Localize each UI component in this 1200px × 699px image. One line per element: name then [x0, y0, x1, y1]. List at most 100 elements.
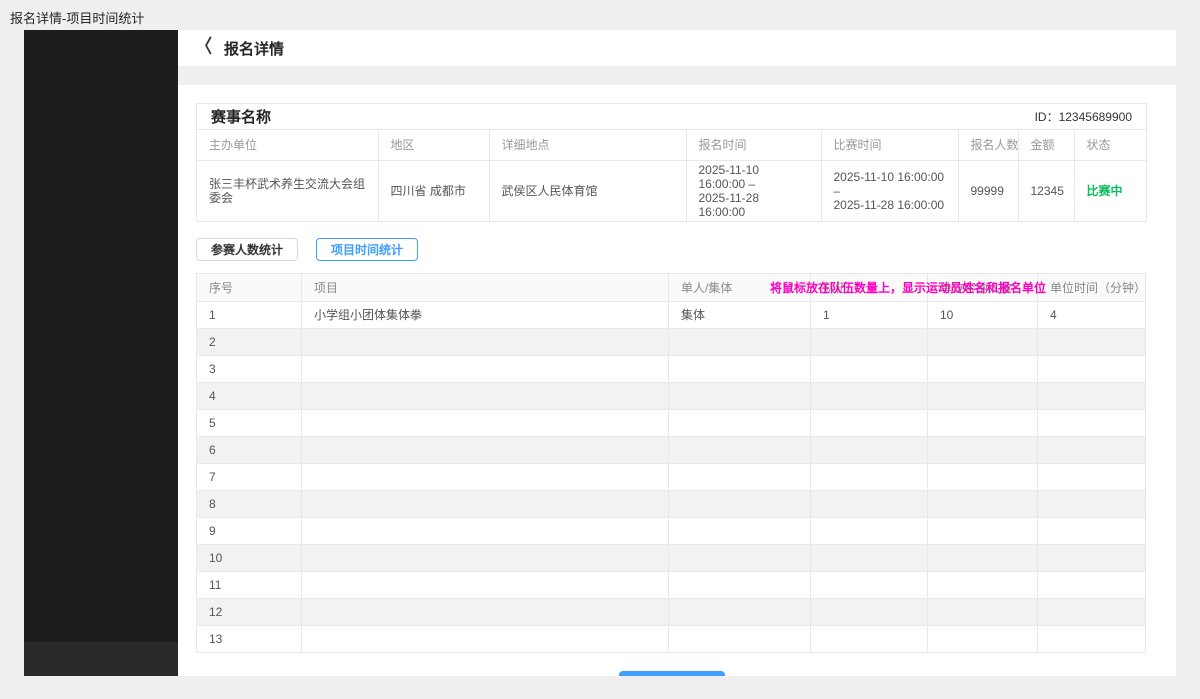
- project-cell: [669, 382, 811, 409]
- project-cell: [302, 490, 669, 517]
- project-column-header: 序号: [197, 273, 302, 301]
- project-cell: [811, 409, 928, 436]
- event-info-cell: 张三丰杯武术养生交流大会组委会: [197, 160, 378, 221]
- project-cell: [928, 625, 1038, 652]
- hover-hint-annotation: 将鼠标放在队伍数量上，显示运动员姓名和报名单位: [770, 279, 1046, 296]
- team-count-cell[interactable]: 1: [811, 301, 928, 328]
- project-table-row: 8: [197, 490, 1146, 517]
- project-cell: [302, 328, 669, 355]
- project-cell: [928, 598, 1038, 625]
- project-table-body: 1小学组小团体集体拳集体11042345678910111213: [197, 301, 1146, 652]
- project-table-row: 11: [197, 571, 1146, 598]
- content-panel: 赛事名称 ID：12345689900 主办单位地区详细地点报名时间比赛时间报名…: [178, 85, 1176, 676]
- project-cell: 1: [197, 301, 302, 328]
- project-table-row: 7: [197, 463, 1146, 490]
- tab-button[interactable]: 项目时间统计: [316, 238, 418, 261]
- project-cell: [302, 436, 669, 463]
- project-cell: [302, 571, 669, 598]
- page-title: 报名详情-项目时间统计: [10, 8, 144, 27]
- project-column-header: 单位时间（分钟）: [1038, 273, 1146, 301]
- project-column-header: 项目: [302, 273, 669, 301]
- project-table-row: 4: [197, 382, 1146, 409]
- project-cell: [669, 490, 811, 517]
- project-cell: 11: [197, 571, 302, 598]
- event-info-cell: 武侯区人民体育馆: [489, 160, 686, 221]
- project-cell: [1038, 490, 1146, 517]
- project-cell: [669, 355, 811, 382]
- project-cell: [1038, 625, 1146, 652]
- project-cell: 4: [1038, 301, 1146, 328]
- event-table-head: 主办单位地区详细地点报名时间比赛时间报名人数金额状态: [197, 130, 1146, 160]
- project-cell: [811, 382, 928, 409]
- event-column-header: 主办单位: [197, 130, 378, 160]
- project-cell: [811, 571, 928, 598]
- project-cell: [302, 517, 669, 544]
- event-column-header: 详细地点: [489, 130, 686, 160]
- project-cell: [928, 490, 1038, 517]
- project-cell: [669, 544, 811, 571]
- project-cell: [1038, 436, 1146, 463]
- project-cell: [302, 598, 669, 625]
- project-cell: [669, 409, 811, 436]
- project-cell: [928, 355, 1038, 382]
- project-cell: [811, 463, 928, 490]
- project-cell: [928, 436, 1038, 463]
- event-status-cell: 比赛中: [1074, 160, 1146, 221]
- project-table-row: 6: [197, 436, 1146, 463]
- project-table-row: 9: [197, 517, 1146, 544]
- project-cell: [811, 328, 928, 355]
- export-button[interactable]: 导出: [619, 671, 725, 677]
- event-info-cell: 2025-11-10 16:00:00 –2025-11-28 16:00:00: [821, 160, 958, 221]
- project-cell: [1038, 571, 1146, 598]
- project-cell: [302, 463, 669, 490]
- project-table-row: 2: [197, 328, 1146, 355]
- event-table-body: 张三丰杯武术养生交流大会组委会四川省 成都市武侯区人民体育馆 2025-11-10…: [197, 160, 1146, 221]
- project-table: 序号项目单人/集体队伍单位容纳人数单位时间（分钟） 1小学组小团体集体拳集体11…: [196, 273, 1146, 653]
- event-info-cell: 12345: [1018, 160, 1074, 221]
- project-cell: [302, 625, 669, 652]
- project-cell: 集体: [669, 301, 811, 328]
- project-cell: [669, 625, 811, 652]
- project-cell: [928, 517, 1038, 544]
- project-cell: 2: [197, 328, 302, 355]
- event-card-header: 赛事名称 ID：12345689900: [197, 104, 1146, 130]
- project-table-row: 13: [197, 625, 1146, 652]
- tab-button[interactable]: 参赛人数统计: [196, 238, 298, 261]
- main-area: 〈 报名详情 赛事名称 ID：12345689900 主办单位地区详细地点报名时…: [178, 30, 1176, 676]
- sidebar-footer: [24, 642, 178, 676]
- event-column-header: 报名人数: [958, 130, 1018, 160]
- export-row: 导出: [196, 671, 1147, 677]
- project-cell: [928, 328, 1038, 355]
- event-column-header: 报名时间: [686, 130, 821, 160]
- event-column-header: 状态: [1074, 130, 1146, 160]
- event-info-table: 主办单位地区详细地点报名时间比赛时间报名人数金额状态 张三丰杯武术养生交流大会组…: [197, 130, 1146, 221]
- event-column-header: 比赛时间: [821, 130, 958, 160]
- project-cell: 7: [197, 463, 302, 490]
- stat-tabs: 参赛人数统计项目时间统计: [196, 238, 1158, 261]
- project-cell: [669, 463, 811, 490]
- project-cell: [669, 598, 811, 625]
- project-cell: 10: [197, 544, 302, 571]
- event-info-cell: 99999: [958, 160, 1018, 221]
- event-info-cell: 四川省 成都市: [378, 160, 489, 221]
- project-table-row: 3: [197, 355, 1146, 382]
- event-id: ID：12345689900: [1035, 108, 1132, 125]
- project-cell: [928, 409, 1038, 436]
- event-column-header: 金额: [1018, 130, 1074, 160]
- sidebar: [24, 30, 178, 676]
- project-cell: 3: [197, 355, 302, 382]
- project-cell: [928, 463, 1038, 490]
- project-cell: 5: [197, 409, 302, 436]
- project-cell: [302, 382, 669, 409]
- project-cell: [1038, 544, 1146, 571]
- project-cell: [1038, 382, 1146, 409]
- back-icon[interactable]: 〈: [196, 39, 212, 57]
- project-cell: [669, 571, 811, 598]
- project-cell: [1038, 328, 1146, 355]
- project-table-row: 10: [197, 544, 1146, 571]
- project-table-row: 5: [197, 409, 1146, 436]
- project-cell: 9: [197, 517, 302, 544]
- project-cell: [928, 571, 1038, 598]
- project-cell: [302, 544, 669, 571]
- project-cell: [669, 328, 811, 355]
